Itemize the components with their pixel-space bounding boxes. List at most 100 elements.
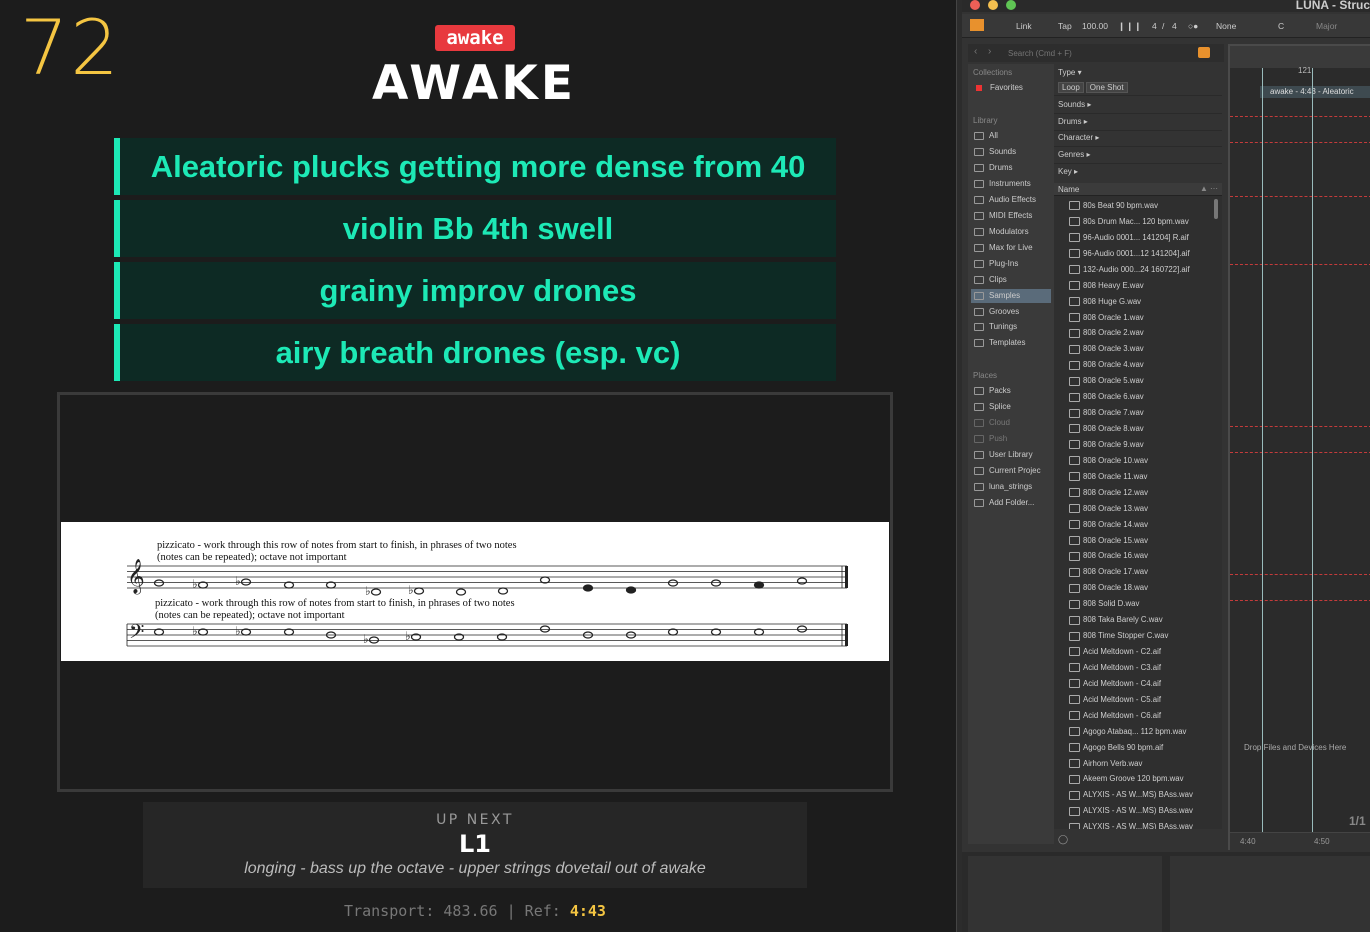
arrangement-ruler[interactable]: 121 xyxy=(1230,46,1370,75)
file-row[interactable]: Acid Meltdown - C6.aif xyxy=(1054,708,1216,724)
file-row[interactable]: 808 Oracle 1.wav xyxy=(1054,310,1216,326)
forward-arrow-icon[interactable]: › xyxy=(988,46,991,57)
quantize-select[interactable]: None xyxy=(1216,21,1236,31)
sidebar-item-current-project[interactable]: Current Projec xyxy=(971,464,1051,478)
back-arrow-icon[interactable]: ‹ xyxy=(974,46,977,57)
filter-icon[interactable] xyxy=(1198,47,1210,58)
sidebar-item-clips[interactable]: Clips xyxy=(971,273,1051,287)
sidebar-item-instruments[interactable]: Instruments xyxy=(971,177,1051,191)
close-window-button[interactable] xyxy=(970,0,980,10)
file-row[interactable]: 808 Solid D.wav xyxy=(1054,596,1216,612)
device-detail-panel[interactable] xyxy=(1170,856,1370,932)
zoom-fraction[interactable]: 1/1 xyxy=(1349,814,1366,828)
filter-drums[interactable]: Drums ▸ xyxy=(1058,117,1088,126)
sidebar-item-splice[interactable]: Splice xyxy=(971,400,1051,414)
file-row[interactable]: 808 Oracle 11.wav xyxy=(1054,469,1216,485)
sidebar-item-favorites[interactable]: Favorites xyxy=(971,81,1051,95)
scale-select[interactable]: Major xyxy=(1316,21,1337,31)
sidebar-item-samples[interactable]: Samples xyxy=(971,289,1051,303)
file-row[interactable]: 808 Oracle 15.wav xyxy=(1054,533,1216,549)
filter-type[interactable]: Type ▾ xyxy=(1058,68,1082,77)
file-row[interactable]: 808 Oracle 9.wav xyxy=(1054,437,1216,453)
maximize-window-button[interactable] xyxy=(1006,0,1016,10)
file-row[interactable]: 808 Oracle 13.wav xyxy=(1054,501,1216,517)
file-row[interactable]: Akeem Groove 120 bpm.wav xyxy=(1054,771,1216,787)
minimize-window-button[interactable] xyxy=(988,0,998,10)
sidebar-item-drums[interactable]: Drums xyxy=(971,161,1051,175)
signature-denominator[interactable]: 4 xyxy=(1172,21,1177,31)
sidebar-item-modulators[interactable]: Modulators xyxy=(971,225,1051,239)
filter-character[interactable]: Character ▸ xyxy=(1058,133,1099,142)
file-row[interactable]: 808 Oracle 17.wav xyxy=(1054,564,1216,580)
filter-sounds[interactable]: Sounds ▸ xyxy=(1058,100,1091,109)
clip-detail-panel[interactable] xyxy=(968,856,1162,932)
file-row[interactable]: 808 Oracle 12.wav xyxy=(1054,485,1216,501)
file-row[interactable]: Airhorn Verb.wav xyxy=(1054,756,1216,772)
sidebar-item-cloud[interactable]: Cloud xyxy=(971,416,1051,430)
file-row[interactable]: ALYXIS - AS W...MS) BAss.wav xyxy=(1054,819,1216,829)
sidebar-item-max-for-live[interactable]: Max for Live xyxy=(971,241,1051,255)
file-row[interactable]: 96-Audio 0001... 141204] R.aif xyxy=(1054,230,1216,246)
link-button[interactable]: Link xyxy=(1016,21,1032,31)
file-row[interactable]: 808 Oracle 10.wav xyxy=(1054,453,1216,469)
file-row[interactable]: 96-Audio 0001...12 141204].aif xyxy=(1054,246,1216,262)
tempo-field[interactable]: 100.00 xyxy=(1082,21,1108,31)
signature-numerator[interactable]: 4 xyxy=(1152,21,1157,31)
file-row[interactable]: 808 Oracle 5.wav xyxy=(1054,373,1216,389)
file-row[interactable]: Acid Meltdown - C2.aif xyxy=(1054,644,1216,660)
loop-chip[interactable]: Loop xyxy=(1058,82,1084,93)
sidebar-item-packs[interactable]: Packs xyxy=(971,384,1051,398)
file-row[interactable]: 808 Oracle 16.wav xyxy=(1054,548,1216,564)
file-row[interactable]: 808 Oracle 4.wav xyxy=(1054,357,1216,373)
sidebar-item-audio-effects[interactable]: Audio Effects xyxy=(971,193,1051,207)
sidebar-item-user-library[interactable]: User Library xyxy=(971,448,1051,462)
arrangement-clip[interactable]: awake - 4:43 - Aleatoric xyxy=(1260,86,1370,98)
file-row[interactable]: ALYXIS - AS W...MS) BAss.wav xyxy=(1054,803,1216,819)
file-row[interactable]: 808 Heavy E.wav xyxy=(1054,278,1216,294)
browser-search-input[interactable] xyxy=(1008,46,1188,60)
file-row[interactable]: 808 Oracle 8.wav xyxy=(1054,421,1216,437)
file-row[interactable]: 808 Time Stopper C.wav xyxy=(1054,628,1216,644)
file-row[interactable]: 808 Oracle 6.wav xyxy=(1054,389,1216,405)
file-list-header[interactable]: Name ▲ ⋯ xyxy=(1054,183,1222,196)
one-shot-chip[interactable]: One Shot xyxy=(1085,82,1128,93)
list-scrollbar[interactable] xyxy=(1214,199,1218,219)
file-row[interactable]: 808 Oracle 2.wav xyxy=(1054,325,1216,341)
sidebar-item-tunings[interactable]: Tunings xyxy=(971,320,1051,334)
sort-arrow-icon[interactable]: ▲ xyxy=(1200,184,1208,193)
tap-button[interactable]: Tap xyxy=(1058,21,1072,31)
metronome-icon[interactable]: ❙❙❙ xyxy=(1118,21,1142,32)
sidebar-item-midi-effects[interactable]: MIDI Effects xyxy=(971,209,1051,223)
filter-genres[interactable]: Genres ▸ xyxy=(1058,150,1090,159)
more-options-icon[interactable]: ⋯ xyxy=(1210,184,1218,193)
sidebar-item-plug-ins[interactable]: Plug-Ins xyxy=(971,257,1051,271)
sidebar-item-sounds[interactable]: Sounds xyxy=(971,145,1051,159)
view-toggle-icon[interactable] xyxy=(970,19,984,31)
bottom-time-ruler[interactable]: 4:40 4:50 xyxy=(1230,832,1370,850)
file-row[interactable]: Agogo Atabaq... 112 bpm.wav xyxy=(1054,724,1216,740)
file-row[interactable]: Acid Meltdown - C4.aif xyxy=(1054,676,1216,692)
file-row[interactable]: 808 Oracle 14.wav xyxy=(1054,517,1216,533)
file-row[interactable]: 808 Taka Barely C.wav xyxy=(1054,612,1216,628)
file-row[interactable]: 808 Oracle 3.wav xyxy=(1054,341,1216,357)
file-row[interactable]: 808 Oracle 7.wav xyxy=(1054,405,1216,421)
file-row[interactable]: 808 Huge G.wav xyxy=(1054,294,1216,310)
file-row[interactable]: 80s Drum Mac... 120 bpm.wav xyxy=(1054,214,1216,230)
sidebar-item-grooves[interactable]: Grooves xyxy=(971,305,1051,319)
sidebar-item-push[interactable]: Push xyxy=(971,432,1051,446)
sidebar-item-templates[interactable]: Templates xyxy=(971,336,1051,350)
file-row[interactable]: Acid Meltdown - C3.aif xyxy=(1054,660,1216,676)
sidebar-item-luna-strings[interactable]: luna_strings xyxy=(971,480,1051,494)
file-row[interactable]: Acid Meltdown - C5.aif xyxy=(1054,692,1216,708)
record-mode-icon[interactable]: ○● xyxy=(1188,21,1198,31)
sidebar-item-add-folder[interactable]: Add Folder... xyxy=(971,496,1051,510)
headphone-preview-icon[interactable]: ◯ xyxy=(1058,834,1068,845)
sidebar-item-all[interactable]: All xyxy=(971,129,1051,143)
file-row[interactable]: 132-Audio 000...24 160722].aif xyxy=(1054,262,1216,278)
file-row[interactable]: 808 Oracle 18.wav xyxy=(1054,580,1216,596)
filter-key[interactable]: Key ▸ xyxy=(1058,167,1078,176)
file-row[interactable]: Agogo Bells 90 bpm.aif xyxy=(1054,740,1216,756)
file-row[interactable]: 80s Beat 90 bpm.wav xyxy=(1054,198,1216,214)
file-row[interactable]: ALYXIS - AS W...MS) BAss.wav xyxy=(1054,787,1216,803)
key-select[interactable]: C xyxy=(1278,21,1284,31)
